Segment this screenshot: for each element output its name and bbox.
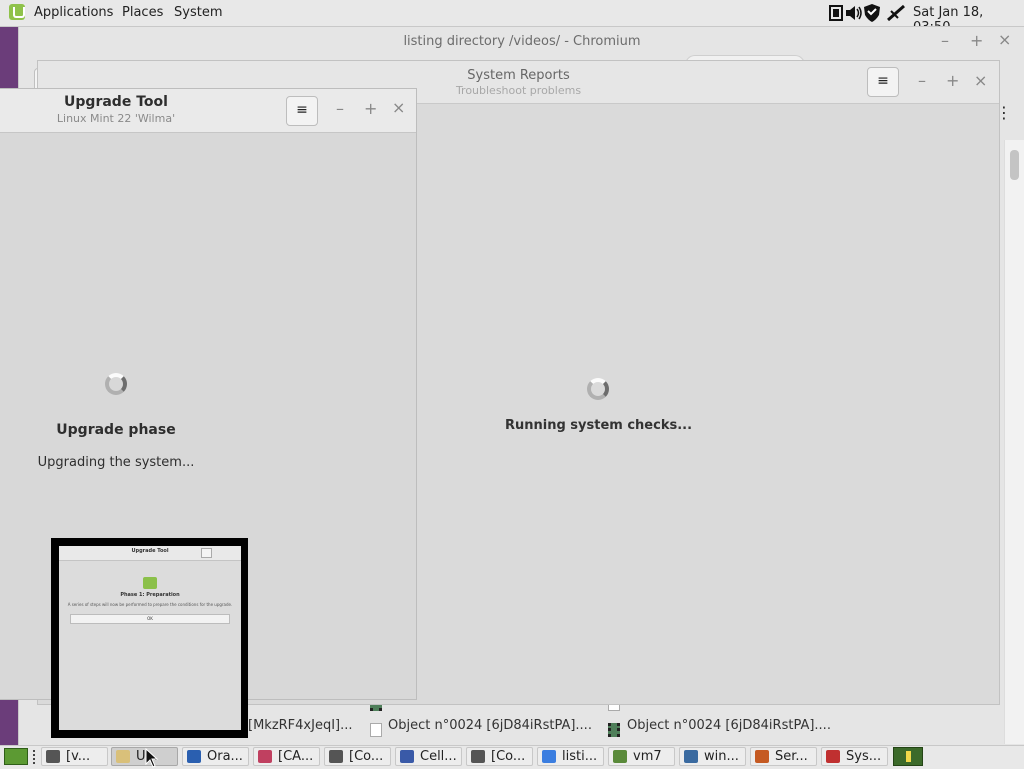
system-reports-close-button[interactable]: × <box>974 71 987 90</box>
chromium-title: listing directory /videos/ - Chromium <box>403 34 641 49</box>
window-preview-thumbnail[interactable]: Upgrade Tool Phase 1: Preparation A seri… <box>51 538 248 738</box>
menu-places[interactable]: Places <box>122 5 163 20</box>
taskbar-item-label: [CA... <box>278 749 314 764</box>
taskbar-item-label: Ora... <box>207 749 243 764</box>
volume-icon[interactable] <box>845 5 863 21</box>
upgrade-tool-maximize-button[interactable]: + <box>364 99 377 118</box>
taskbar-item[interactable]: win... <box>679 747 746 766</box>
chromium-scrollbar-thumb[interactable] <box>1010 150 1019 180</box>
mintupdate-tray-icon[interactable] <box>893 747 923 766</box>
taskbar-item[interactable]: Ora... <box>182 747 249 766</box>
taskbar-item[interactable]: listi... <box>537 747 604 766</box>
mouse-cursor-icon <box>145 748 159 768</box>
chromium-scrollbar[interactable] <box>1004 140 1024 744</box>
wifi-icon[interactable] <box>886 4 906 22</box>
upgrade-tool-title: Upgrade Tool <box>64 94 168 110</box>
video-file-icon <box>608 723 620 737</box>
upgrade-tool-subtitle: Linux Mint 22 'Wilma' <box>56 112 176 125</box>
file-link[interactable]: [MkzRF4xJeqI]... <box>248 718 353 733</box>
taskbar-item-label: Sys... <box>846 749 882 764</box>
taskbar-item-label: listi... <box>562 749 598 764</box>
vm-icon <box>400 750 414 763</box>
taskbar-item[interactable]: [Co... <box>324 747 391 766</box>
thumbnail-window: Upgrade Tool Phase 1: Preparation A seri… <box>59 546 241 730</box>
chromium-maximize-button[interactable]: + <box>970 31 983 50</box>
taskbar-item[interactable]: vm7 <box>608 747 675 766</box>
upgrade-tool-close-button[interactable]: × <box>392 98 405 117</box>
mintupgrade-icon <box>116 750 130 763</box>
system-reports-status: Running system checks... <box>504 418 693 433</box>
chromium-icon <box>542 750 556 763</box>
terminal-icon <box>329 750 343 763</box>
system-reports-minimize-button[interactable]: – <box>918 71 926 90</box>
network-icon[interactable] <box>829 5 843 21</box>
taskbar-item-label: Ser... <box>775 749 808 764</box>
loading-spinner-icon <box>587 378 609 400</box>
image-viewer-icon <box>613 750 627 763</box>
menu-applications[interactable]: Applications <box>34 5 113 20</box>
taskbar-item-label: [Co... <box>491 749 526 764</box>
thumbnail-phase: Phase 1: Preparation <box>120 592 180 598</box>
upgrade-tool-header: Upgrade Tool Linux Mint 22 'Wilma' ≡ – +… <box>0 89 416 133</box>
taskbar-item[interactable]: [Co... <box>466 747 533 766</box>
terminal-icon <box>471 750 485 763</box>
taskbar-item[interactable]: Ser... <box>750 747 817 766</box>
thumbnail-menu-icon <box>201 548 212 558</box>
system-reports-menu-button[interactable]: ≡ <box>867 67 899 97</box>
upgrade-phase-description: Upgrading the system... <box>37 455 195 470</box>
mint-logo-icon[interactable] <box>9 4 25 20</box>
thumbnail-title: Upgrade Tool <box>131 548 169 554</box>
xfce-icon <box>684 750 698 763</box>
top-panel: Applications Places System Sat Jan 18, 0… <box>0 0 1024 35</box>
loading-spinner-icon <box>105 373 127 395</box>
file-link[interactable]: Object n°0024 [6jD84iRstPA].... <box>388 718 592 733</box>
shield-icon[interactable] <box>862 3 882 23</box>
file-icon <box>370 723 382 737</box>
taskbar-item-label: Cell... <box>420 749 457 764</box>
taskbar-item[interactable]: [CA... <box>253 747 320 766</box>
terminal-icon <box>46 750 60 763</box>
thumbnail-description: A series of steps will now be performed … <box>67 602 233 607</box>
menu-system[interactable]: System <box>174 5 222 20</box>
system-reports-title: System Reports <box>467 68 570 83</box>
mint-logo-icon <box>143 577 157 589</box>
upgrade-tool-minimize-button[interactable]: – <box>336 99 344 118</box>
taskbar-item[interactable]: Sys... <box>821 747 888 766</box>
virtualbox-icon <box>187 750 201 763</box>
taskbar-item-label: [v... <box>66 749 91 764</box>
image-icon <box>258 750 272 763</box>
server-icon <box>755 750 769 763</box>
thumbnail-header: Upgrade Tool <box>59 546 241 561</box>
upgrade-phase-heading: Upgrade phase <box>56 422 176 438</box>
chromium-minimize-button[interactable]: – <box>941 31 949 50</box>
taskbar-item-label: vm7 <box>633 749 662 764</box>
show-desktop-button[interactable] <box>4 748 28 765</box>
thumbnail-ok-button: OK <box>70 614 230 624</box>
upgrade-tool-menu-button[interactable]: ≡ <box>286 96 318 126</box>
taskbar-handle[interactable] <box>33 750 39 764</box>
taskbar-item[interactable]: Cell... <box>395 747 462 766</box>
file-link[interactable]: Object n°0024 [6jD84iRstPA].... <box>627 718 831 733</box>
system-reports-maximize-button[interactable]: + <box>946 71 959 90</box>
chromium-close-button[interactable]: × <box>998 30 1011 49</box>
taskbar-item-label: [Co... <box>349 749 384 764</box>
taskbar-item[interactable]: [v... <box>41 747 108 766</box>
system-reports-icon <box>826 750 840 763</box>
taskbar-item-label: win... <box>704 749 739 764</box>
